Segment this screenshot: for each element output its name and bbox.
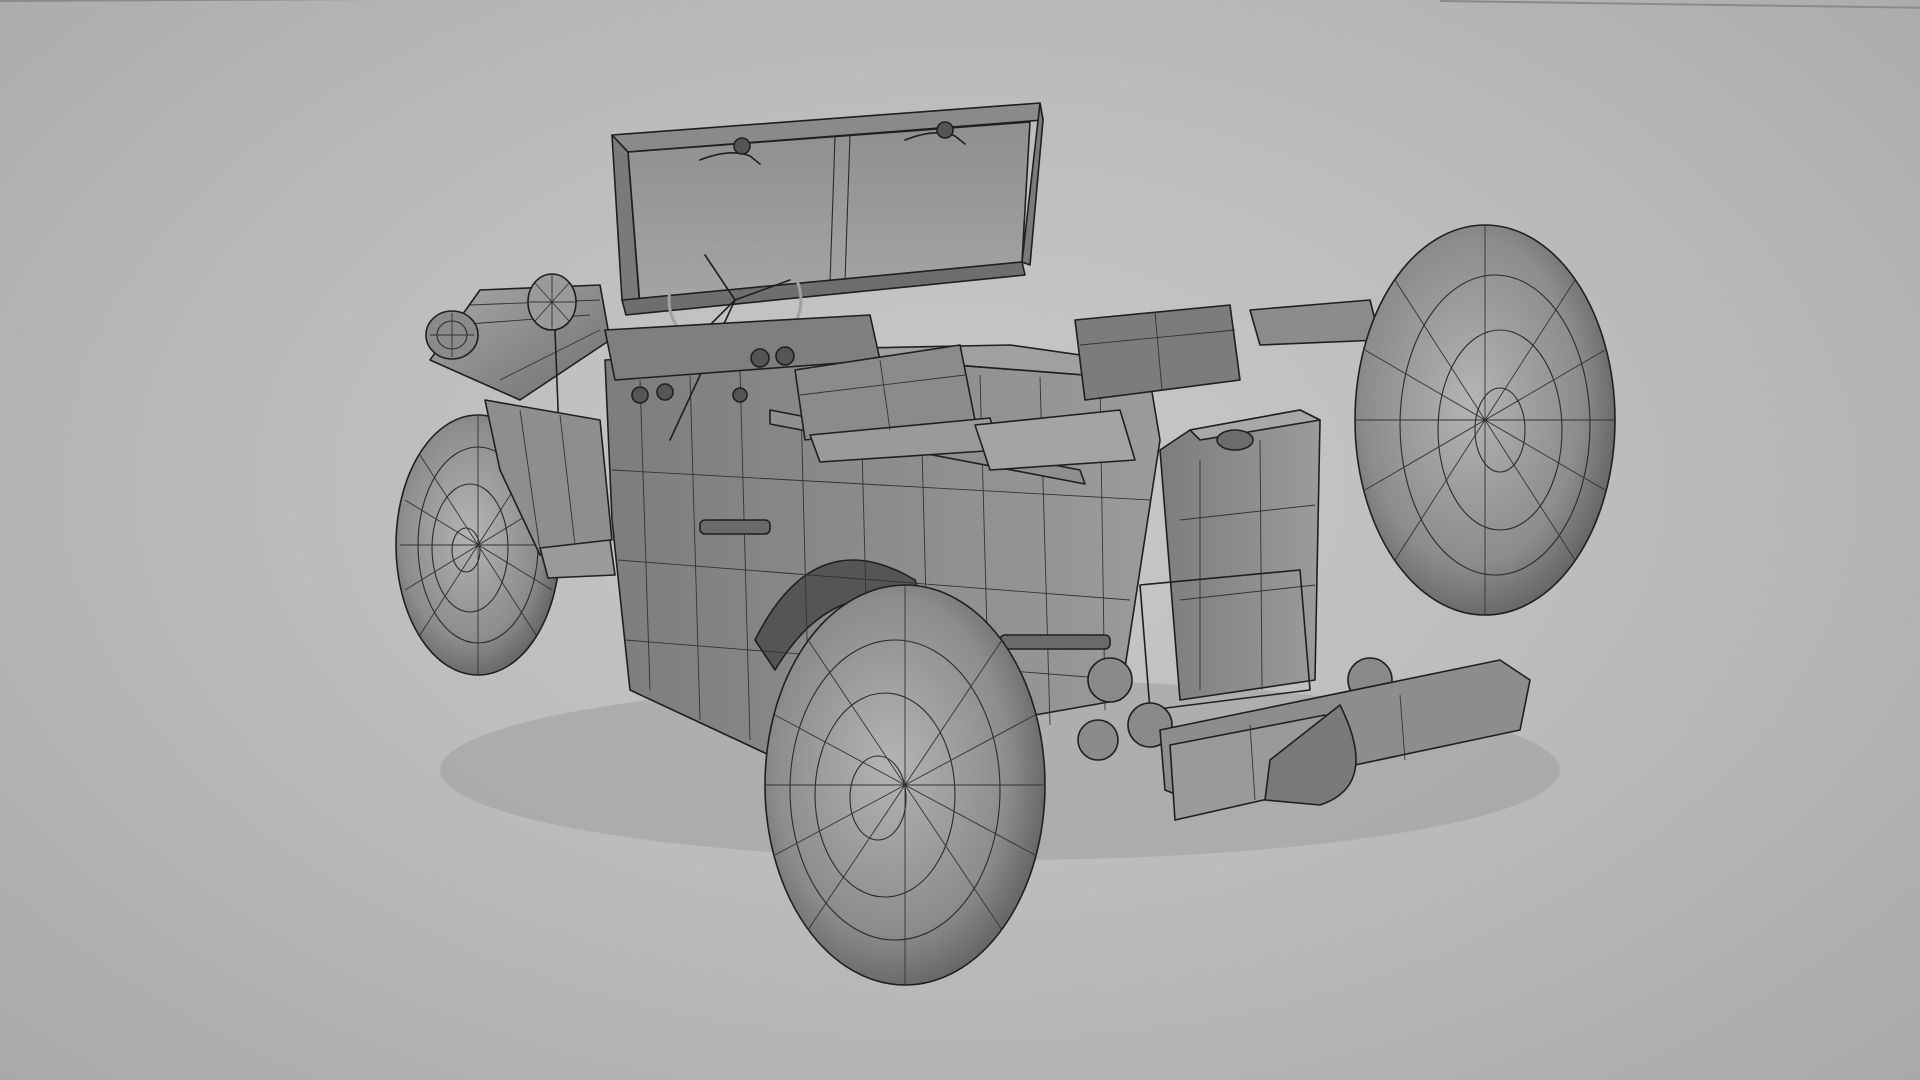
jeep-model[interactable]: [0, 0, 1920, 1080]
jerry-can: [1139, 409, 1321, 711]
windshield[interactable]: [611, 102, 1044, 316]
3d-viewport[interactable]: [0, 0, 1920, 1080]
headlight: [425, 310, 479, 360]
front-right-wheel[interactable]: [764, 584, 1046, 986]
spare-wheel: [1354, 224, 1616, 616]
